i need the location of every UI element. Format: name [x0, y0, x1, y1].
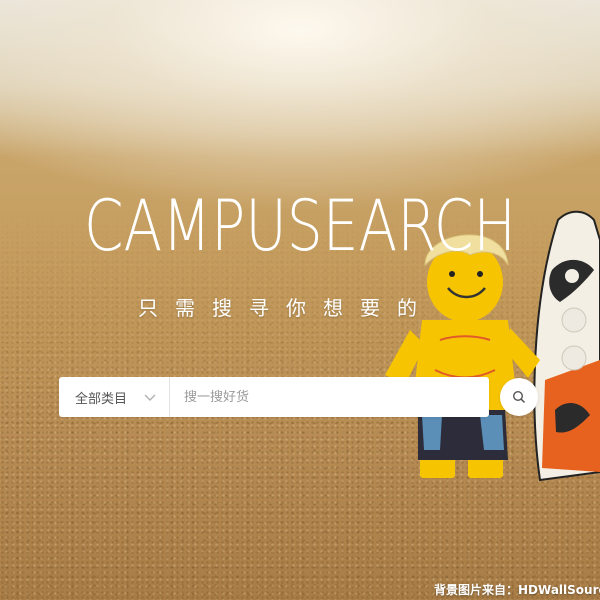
logo-text-part2: SEARCH: [287, 190, 516, 260]
background-credit: 背景图片来自：HDWallSource: [434, 583, 600, 597]
category-dropdown-label: 全部类目: [75, 391, 128, 407]
search-input[interactable]: [170, 377, 489, 417]
search-bar: 全部类目: [59, 377, 489, 417]
lego-minifigure: [385, 234, 540, 478]
search-icon: [512, 390, 526, 404]
svg-text:CAMPUSEARCH: CAMPUSEARCH: [84, 190, 516, 260]
campusearch-logo: CAMPUSEARCH: [84, 190, 516, 260]
chevron-down-icon: [144, 394, 156, 401]
surfboard-graphic: [533, 210, 600, 482]
logo-text-part1: CAMPU: [84, 190, 287, 260]
slogan: 只需搜寻你想要的: [138, 296, 434, 320]
search-button[interactable]: [500, 378, 538, 416]
category-dropdown[interactable]: 全部类目: [59, 377, 170, 417]
